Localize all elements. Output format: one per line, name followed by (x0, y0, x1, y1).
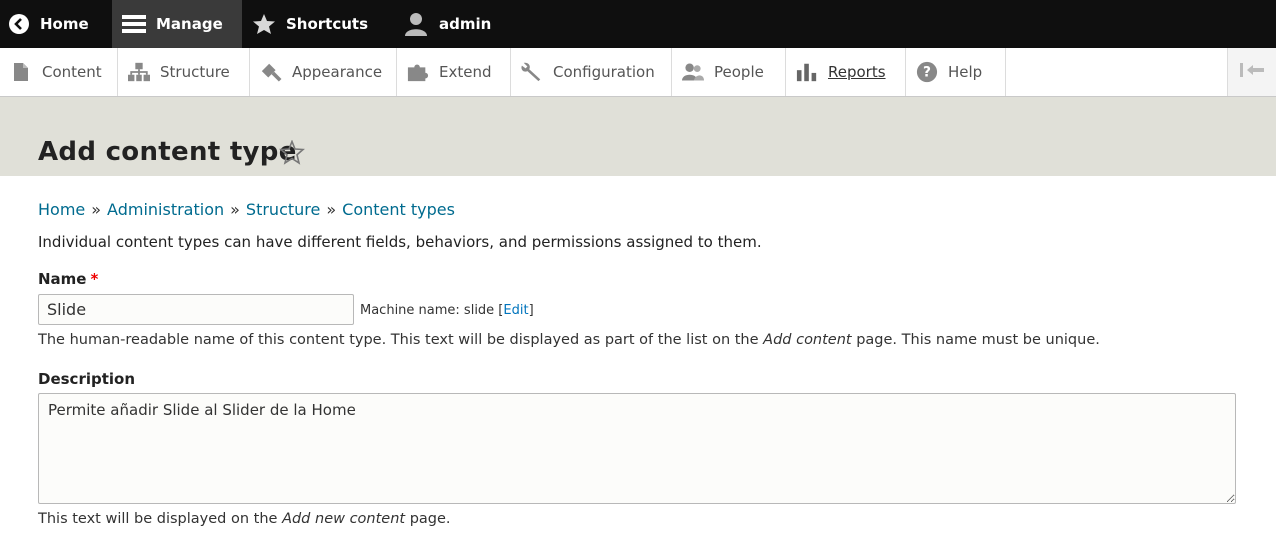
tray-item-label: Appearance (292, 63, 383, 81)
machine-name: Machine name: slide [Edit] (360, 303, 534, 318)
back-arrow-icon (8, 13, 30, 35)
star-icon (252, 13, 276, 35)
tray-item-reports[interactable]: Reports (786, 48, 906, 96)
bar-chart-icon (796, 61, 818, 83)
tray-item-structure[interactable]: Structure (118, 48, 250, 96)
breadcrumb-separator: » (91, 200, 102, 219)
intro-text: Individual content types can have differ… (38, 233, 762, 251)
toolbar-user[interactable]: admin (391, 0, 505, 48)
tray-item-people[interactable]: People (672, 48, 786, 96)
name-label-text: Name (38, 270, 87, 288)
menu-icon (122, 13, 146, 35)
tray-spacer (1006, 48, 1227, 96)
tray-item-label: Extend (439, 63, 492, 81)
toolbar-home-label: Home (40, 15, 89, 33)
description-help: This text will be displayed on the Add n… (38, 511, 451, 527)
user-icon (403, 12, 429, 36)
name-help: The human-readable name of this content … (38, 332, 1100, 348)
name-input[interactable] (38, 294, 354, 325)
breadcrumb-structure[interactable]: Structure (246, 200, 320, 219)
top-toolbar: Home Manage Shortcuts admin (0, 0, 1276, 48)
breadcrumb-separator: » (230, 200, 240, 219)
required-marker: * (90, 270, 99, 288)
admin-tray: Content Structure Appearance Extend Conf… (0, 48, 1276, 97)
paintbrush-icon (260, 61, 282, 83)
toolbar-manage[interactable]: Manage (112, 0, 242, 48)
tray-item-content[interactable]: Content (0, 48, 118, 96)
name-label: Name * (38, 270, 98, 288)
breadcrumb-home[interactable]: Home (38, 200, 85, 219)
collapse-arrow-icon (1239, 62, 1265, 82)
machine-name-edit-link[interactable]: Edit (503, 303, 528, 318)
tray-orientation-toggle[interactable] (1227, 48, 1276, 96)
tray-item-label: Configuration (553, 63, 655, 81)
toolbar-manage-label: Manage (156, 15, 223, 33)
tray-item-label: Structure (160, 63, 230, 81)
tray-item-configuration[interactable]: Configuration (511, 48, 672, 96)
page-title: Add content type (38, 137, 297, 167)
description-label: Description (38, 370, 136, 388)
description-help-text: This text will be displayed on the (38, 511, 283, 527)
shortcut-star-icon[interactable] (279, 139, 305, 169)
name-help-text-end: page. This name must be unique. (851, 332, 1100, 348)
structure-icon (128, 61, 150, 83)
tray-item-label: Help (948, 63, 983, 81)
tray-item-label: Content (42, 63, 102, 81)
toolbar-user-label: admin (439, 15, 492, 33)
wrench-icon (521, 61, 543, 83)
machine-name-close: ] (528, 303, 534, 318)
breadcrumb-administration[interactable]: Administration (107, 200, 224, 219)
breadcrumb-separator: » (326, 200, 337, 219)
tray-item-extend[interactable]: Extend (397, 48, 511, 96)
tray-item-label: People (714, 63, 764, 81)
name-help-emphasis: Add content (763, 332, 852, 348)
tray-item-appearance[interactable]: Appearance (250, 48, 397, 96)
tray-item-help[interactable]: ? Help (906, 48, 1006, 96)
description-help-emphasis: Add new content (282, 511, 406, 527)
breadcrumb: Home » Administration » Structure » Content ty… (38, 200, 455, 219)
toolbar-home[interactable]: Home (0, 0, 112, 48)
description-textarea[interactable]: Permite añadir Slide al Slider de la Hom… (38, 393, 1236, 504)
svg-text:?: ? (923, 65, 931, 81)
machine-name-text: Machine name: slide [ (360, 303, 504, 318)
name-help-text: The human-readable name of this content … (38, 332, 764, 348)
people-icon (682, 61, 704, 83)
breadcrumb-content-types[interactable]: Content types (342, 200, 455, 219)
description-help-text-end: page. (405, 511, 451, 527)
puzzle-icon (407, 61, 429, 83)
help-icon: ? (916, 61, 938, 83)
tray-item-label: Reports (828, 63, 886, 81)
toolbar-shortcuts-label: Shortcuts (286, 15, 369, 33)
toolbar-shortcuts[interactable]: Shortcuts (242, 0, 391, 48)
file-icon (10, 61, 32, 83)
